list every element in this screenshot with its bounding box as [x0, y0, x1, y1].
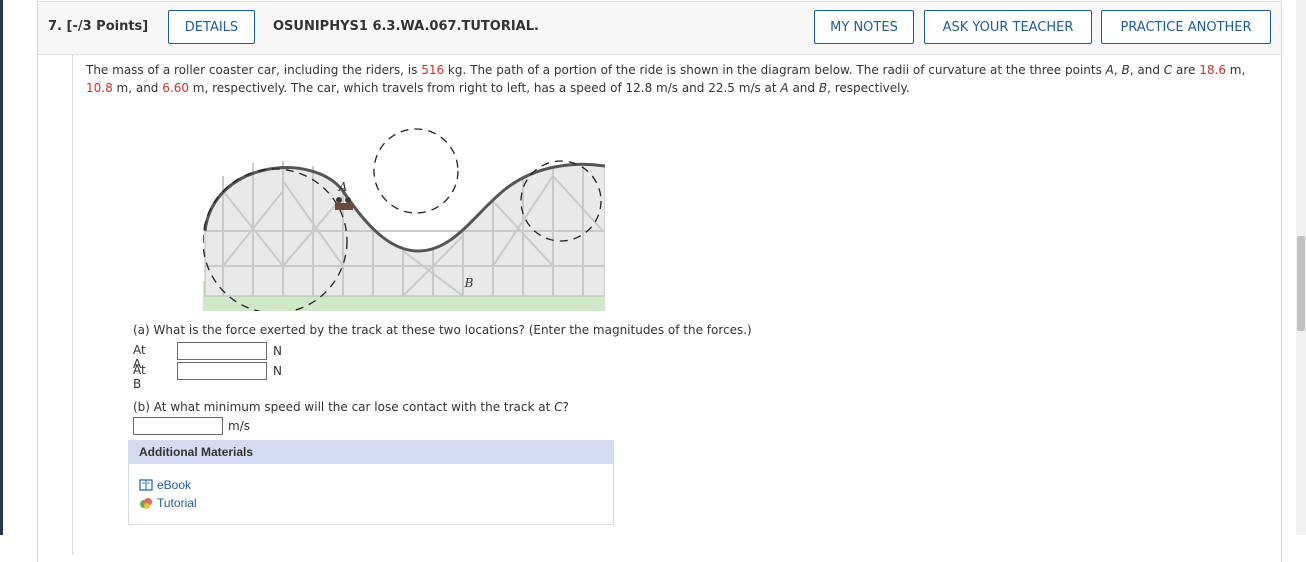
- scrollbar-thumb[interactable]: [1297, 236, 1305, 331]
- point-a-label: A: [338, 180, 348, 194]
- speed-input[interactable]: [133, 417, 223, 435]
- question-number: 7. [-/3 Points]: [48, 19, 149, 34]
- window-edge: [0, 0, 3, 535]
- ask-teacher-button[interactable]: ASK YOUR TEACHER: [924, 10, 1092, 44]
- speed-unit: m/s: [228, 419, 250, 433]
- question-header: 7. [-/3 Points] DETAILS OSUNIPHYS1 6.3.W…: [38, 2, 1281, 55]
- force-a-unit: N: [273, 344, 282, 358]
- mass-value: 516: [421, 63, 445, 77]
- force-b-unit: N: [273, 364, 282, 378]
- practice-another-button[interactable]: PRACTICE ANOTHER: [1101, 10, 1271, 44]
- additional-materials: Additional Materials eBook Tutorial: [128, 440, 614, 525]
- ebook-label: eBook: [157, 478, 192, 492]
- force-at-b-input[interactable]: [177, 362, 267, 380]
- at-b-label: At B: [133, 363, 146, 391]
- problem-statement: The mass of a roller coaster car, includ…: [86, 63, 1246, 95]
- radius-a-value: 18.6: [1199, 63, 1226, 77]
- part-a-question: (a) What is the force exerted by the tra…: [133, 323, 752, 337]
- roller-coaster-diagram: A B C: [203, 128, 605, 311]
- curvature-circle-b: [373, 128, 459, 214]
- tutorial-label: Tutorial: [157, 496, 197, 510]
- details-button[interactable]: DETAILS: [168, 10, 255, 44]
- page-scrollbar[interactable]: [1296, 0, 1306, 535]
- point-b-label: B: [464, 276, 474, 290]
- book-icon: [139, 479, 153, 491]
- question-id: OSUNIPHYS1 6.3.WA.067.TUTORIAL.: [273, 19, 539, 34]
- part-b-question: (b) At what minimum speed will the car l…: [133, 400, 569, 414]
- question-body: The mass of a roller coaster car, includ…: [72, 55, 1282, 555]
- tutorial-icon: [140, 498, 152, 509]
- ebook-link[interactable]: eBook: [139, 478, 191, 492]
- radius-b-value: 10.8: [86, 81, 113, 95]
- question-card: 7. [-/3 Points] DETAILS OSUNIPHYS1 6.3.W…: [37, 1, 1282, 562]
- my-notes-button[interactable]: MY NOTES: [814, 10, 914, 44]
- radius-c-value: 6.60: [162, 81, 189, 95]
- tutorial-link[interactable]: Tutorial: [139, 496, 197, 510]
- force-at-a-input[interactable]: [177, 342, 267, 360]
- additional-materials-title: Additional Materials: [129, 441, 613, 464]
